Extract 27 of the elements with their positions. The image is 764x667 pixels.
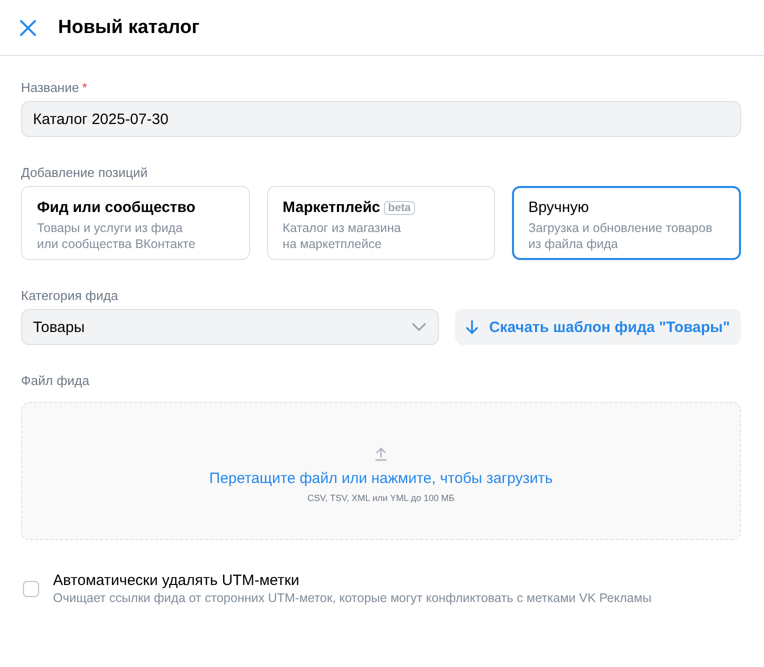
arrow-down-icon bbox=[466, 320, 478, 334]
field-label: Категория фида bbox=[21, 288, 120, 303]
option-description: Каталог из магазина на маркетплейсе bbox=[282, 220, 402, 252]
option-card[interactable]: Вручную Загрузка и обновление товаров из файла фида bbox=[512, 186, 742, 260]
file-format-hint: CSV, TSV, XML или YML до 100 МБ bbox=[307, 493, 455, 503]
category-select[interactable]: Товары bbox=[21, 309, 439, 345]
upload-icon bbox=[375, 447, 387, 461]
checkbox-label: Автоматически удалять UTM-метки bbox=[53, 572, 300, 589]
required-mark: * bbox=[82, 80, 88, 95]
dialog-title: Новый каталог bbox=[58, 16, 200, 38]
option-title: Маркетплейс bbox=[282, 199, 380, 216]
close-icon[interactable] bbox=[19, 18, 37, 36]
field-label: Название bbox=[21, 80, 80, 95]
option-description: Товары и услуги из фида или сообщества ВКонтакте bbox=[37, 220, 196, 252]
checkbox[interactable] bbox=[23, 580, 39, 596]
chevron-down-icon bbox=[412, 323, 426, 331]
beta-badge: beta bbox=[384, 200, 415, 214]
section-label: Добавление позиций bbox=[21, 165, 149, 180]
name-input-field[interactable]: Каталог 2025-07-30 bbox=[21, 101, 741, 137]
file-dropzone[interactable]: Перетащите файл или нажмите, чтобы загрузить CSV, TSV, XML или YML до 100 МБ bbox=[21, 402, 741, 540]
option-card[interactable]: Фид или сообщество Товары и услуги из фида или сообщества ВКонтакте bbox=[21, 186, 250, 260]
option-title: Фид или сообщество bbox=[37, 199, 196, 216]
checkbox-description: Очищает ссылки фида от сторонних UTM-меток, которые могут конфликтовать с метками VK Рекламы bbox=[53, 591, 652, 605]
option-title: Вручную bbox=[528, 199, 589, 216]
option-card[interactable]: Маркетплейс beta Каталог из магазина на маркетплейсе bbox=[266, 186, 496, 260]
field-label: Файл фида bbox=[21, 373, 90, 388]
option-description: Загрузка и обновление товаров из файла фида bbox=[528, 220, 714, 252]
